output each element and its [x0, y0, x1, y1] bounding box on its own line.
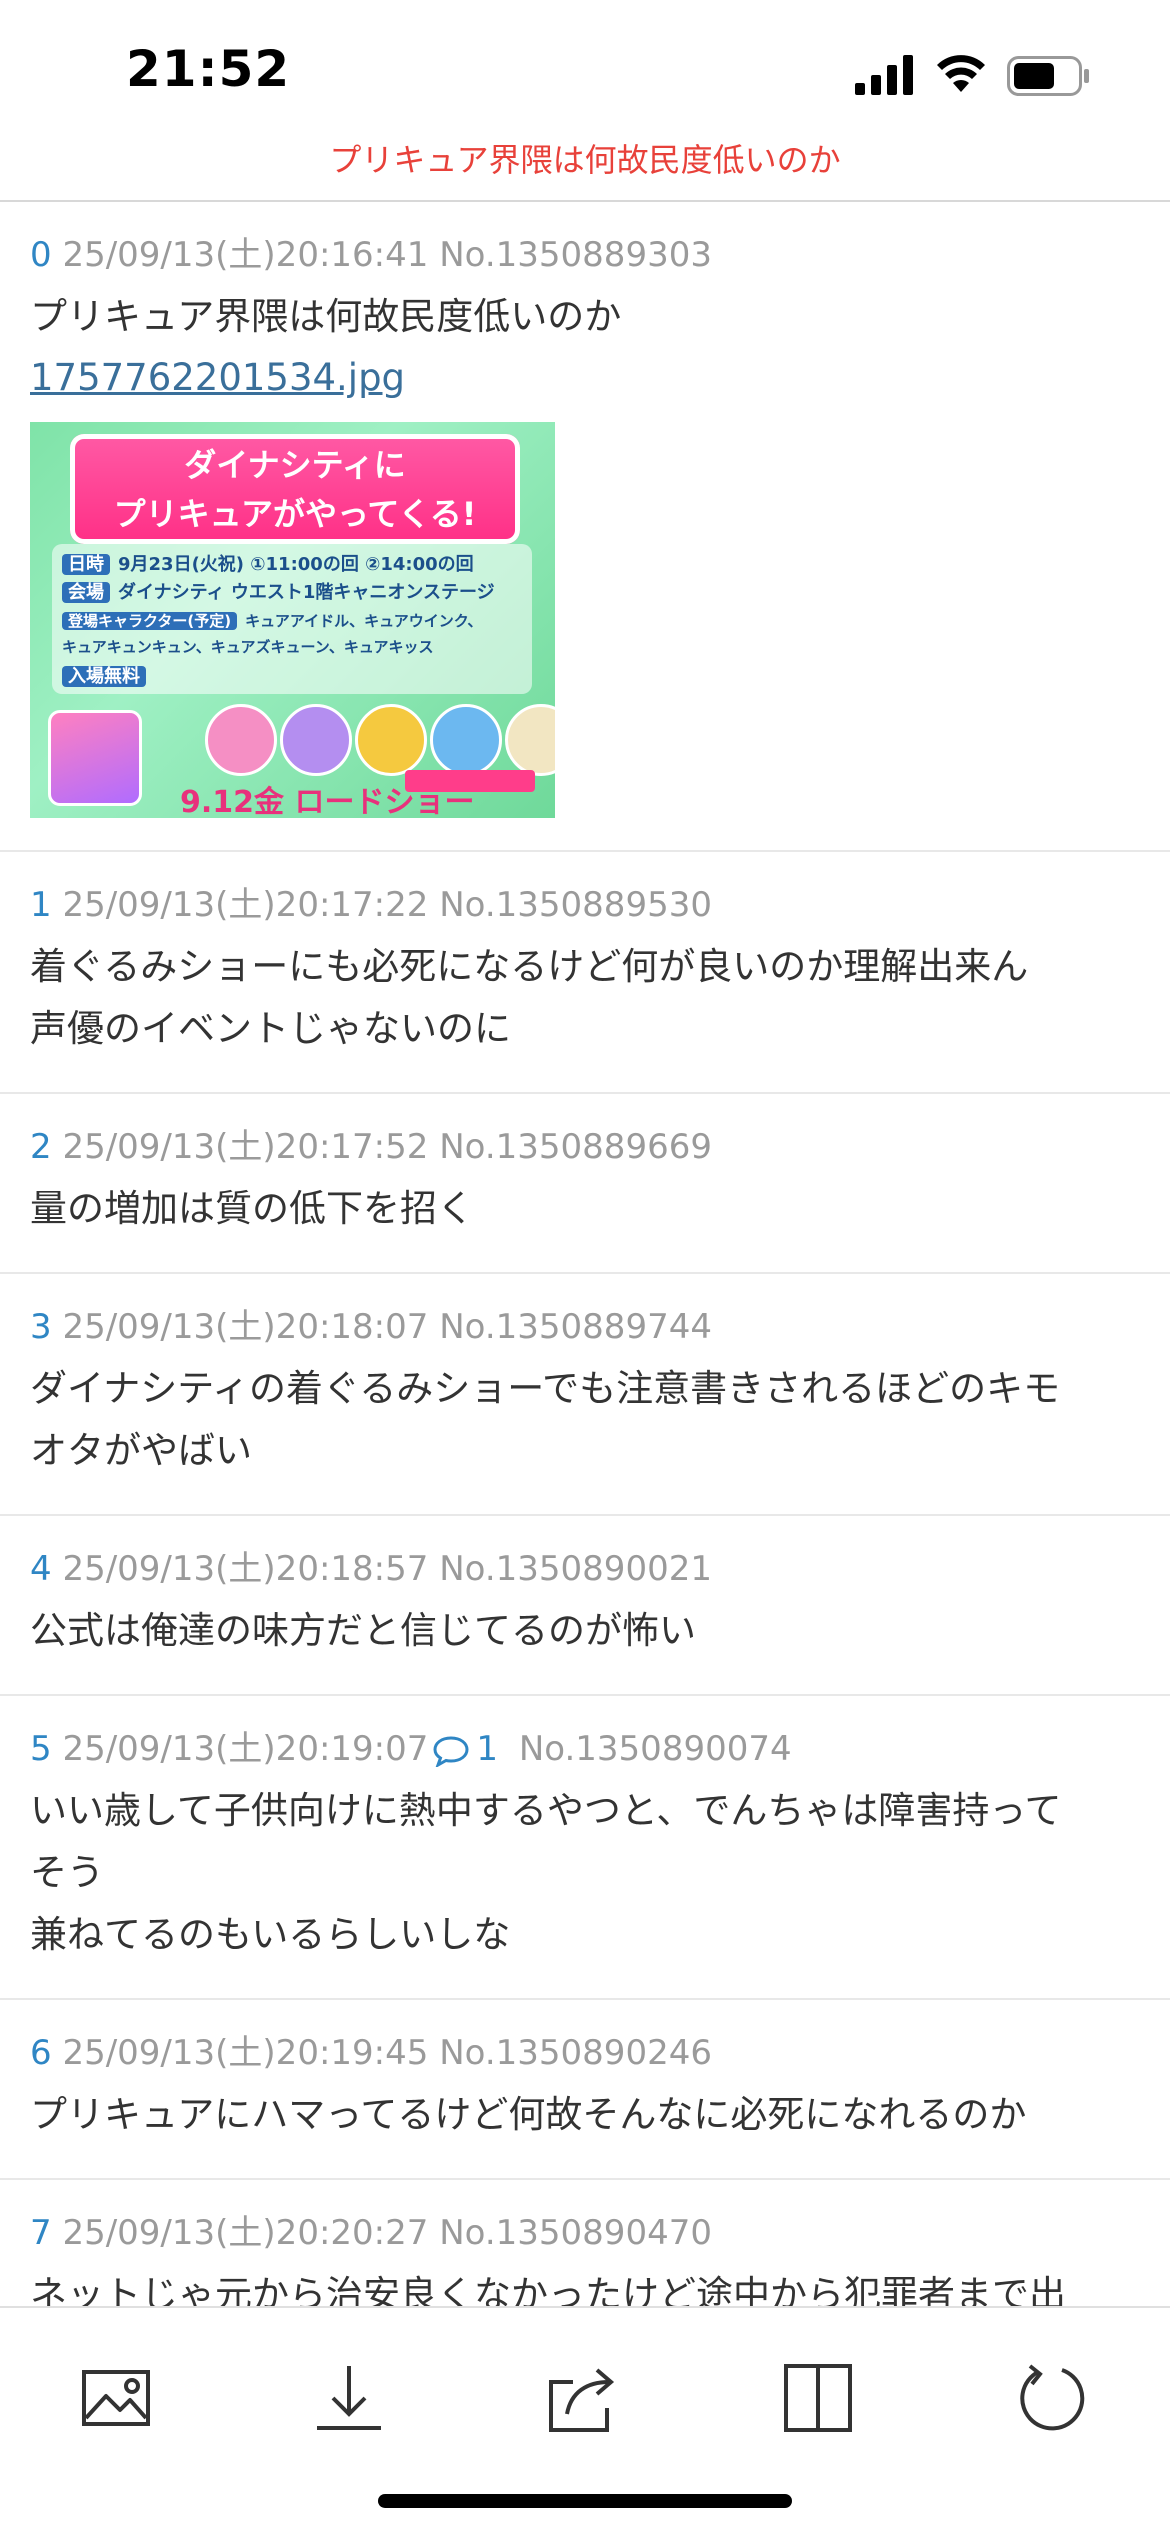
thumbnail-info-box: 日時 9月23日(火祝) ①11:00の回 ②14:00の回 会場 ダイナシティ ウ…: [52, 544, 532, 694]
post-body: プリキュア界隈は何故民度低いのか: [30, 286, 1140, 348]
character-icon: [205, 704, 277, 776]
post-body: ネットじゃ元から治安良くなかったけど途中から犯罪者まで出: [30, 2264, 1140, 2307]
post-4[interactable]: 4 25/09/13(土)20:18:57 No.1350890021 公式は俺…: [0, 1516, 1170, 1696]
thumbnail-heading-line1: ダイナシティに: [184, 446, 406, 484]
status-bar: 21:52: [0, 0, 1170, 140]
post-id[interactable]: No.1350889669: [439, 1127, 712, 1167]
post-body: 着ぐるみショーにも必死になるけど何が良いのか理解出来ん 声優のイベントじゃないの…: [30, 936, 1140, 1060]
post-datetime: 25/09/13(土)20:18:57: [62, 1549, 429, 1589]
post-body: ダイナシティの着ぐるみショーでも注意書きされるほどのキモ オタがやばい: [30, 1358, 1140, 1482]
status-time: 21:52: [126, 40, 291, 98]
thread-title: プリキュア界隈は何故民度低いのか: [329, 141, 841, 179]
post-7[interactable]: 7 25/09/13(土)20:20:27 No.1350890470 ネットじ…: [0, 2180, 1170, 2307]
attachment-thumbnail[interactable]: ダイナシティに プリキュアがやってくる! 日時 9月23日(火祝) ①11:00の…: [30, 422, 555, 818]
post-line: 兼ねてるのもいるらしいしな: [30, 1913, 511, 1956]
post-id[interactable]: No.1350890246: [439, 2033, 712, 2073]
post-datetime: 25/09/13(土)20:20:27: [62, 2213, 429, 2253]
split-view-icon[interactable]: [778, 2358, 858, 2438]
post-datetime: 25/09/13(土)20:16:41: [62, 235, 429, 275]
thumbnail-row: 日時 9月23日(火祝) ①11:00の回 ②14:00の回: [62, 550, 474, 576]
thumbnail-row: 入場無料: [62, 662, 154, 688]
thumbnail-row: 会場 ダイナシティ ウエスト1階キャニオンステージ: [62, 578, 495, 604]
post-3[interactable]: 3 25/09/13(土)20:18:07 No.1350889744 ダイナシ…: [0, 1274, 1170, 1516]
post-line: ネットじゃ元から治安良くなかったけど途中から犯罪者まで出: [30, 2273, 1066, 2307]
post-id[interactable]: No.1350890470: [439, 2213, 712, 2253]
post-body: 量の増加は質の低下を招く: [30, 1178, 1140, 1240]
post-line: そう: [30, 1851, 104, 1894]
post-datetime: 25/09/13(土)20:17:52: [62, 1127, 429, 1167]
attachment-link[interactable]: 1757762201534.jpg: [30, 348, 405, 408]
reload-icon[interactable]: [1012, 2358, 1092, 2438]
character-icon: [280, 704, 352, 776]
battery-icon: [1007, 56, 1089, 96]
movie-logo: [48, 710, 142, 806]
download-icon[interactable]: [309, 2358, 389, 2438]
post-id[interactable]: No.1350889530: [439, 885, 712, 925]
thumbnail-row: 登場キャラクター(予定) キュアアイドル、キュアウインク、: [62, 610, 482, 636]
character-icon: [505, 704, 555, 776]
post-body: いい歳して子供向けに熱中するやつと、でんちゃは障害持って そう 兼ねてるのもいる…: [30, 1780, 1140, 1966]
post-number[interactable]: 7: [30, 2213, 52, 2253]
post-number[interactable]: 6: [30, 2033, 52, 2073]
thumbnail-heading: ダイナシティに プリキュアがやってくる!: [70, 434, 520, 544]
post-id[interactable]: No.1350890021: [439, 1549, 712, 1589]
post-body: 公式は俺達の味方だと信じてるのが怖い: [30, 1600, 1140, 1662]
reply-bubble-icon[interactable]: [432, 1735, 470, 1767]
post-datetime: 25/09/13(土)20:17:22: [62, 885, 429, 925]
post-line: ダイナシティの着ぐるみショーでも注意書きされるほどのキモ: [30, 1367, 1061, 1410]
post-line: プリキュアにハマってるけど何故そんなに必死になれるのか: [30, 2093, 1027, 2136]
post-2[interactable]: 2 25/09/13(土)20:17:52 No.1350889669 量の増加…: [0, 1094, 1170, 1274]
post-meta: 4 25/09/13(土)20:18:57 No.1350890021: [30, 1544, 1140, 1594]
share-icon[interactable]: [543, 2358, 623, 2438]
post-meta: 6 25/09/13(土)20:19:45 No.1350890246: [30, 2028, 1140, 2078]
post-meta: 2 25/09/13(土)20:17:52 No.1350889669: [30, 1122, 1140, 1172]
post-datetime: 25/09/13(土)20:19:07: [62, 1729, 429, 1769]
post-line: 公式は俺達の味方だと信じてるのが怖い: [30, 1609, 696, 1652]
post-line: プリキュア界隈は何故民度低いのか: [30, 295, 622, 338]
post-number[interactable]: 0: [30, 235, 52, 275]
character-icon: [430, 704, 502, 776]
post-5[interactable]: 5 25/09/13(土)20:19:07 1 No.1350890074 いい歳…: [0, 1696, 1170, 2000]
post-id[interactable]: No.1350890074: [519, 1729, 792, 1769]
post-6[interactable]: 6 25/09/13(土)20:19:45 No.1350890246 プリキュ…: [0, 2000, 1170, 2180]
signal-icon: [855, 55, 913, 95]
post-line: 量の増加は質の低下を招く: [30, 1187, 474, 1230]
post-meta: 7 25/09/13(土)20:20:27 No.1350890470: [30, 2208, 1140, 2258]
wifi-icon: [937, 55, 985, 92]
home-indicator[interactable]: [378, 2494, 792, 2508]
post-number[interactable]: 2: [30, 1127, 52, 1167]
thumbnail-heading-line2: プリキュアがやってくる!: [113, 495, 477, 533]
post-id[interactable]: No.1350889744: [439, 1307, 712, 1347]
post-line: 声優のイベントじゃないのに: [30, 1007, 511, 1050]
post-number[interactable]: 3: [30, 1307, 52, 1347]
post-meta: 3 25/09/13(土)20:18:07 No.1350889744: [30, 1302, 1140, 1352]
official-site-badge: [405, 770, 535, 792]
reply-count[interactable]: 1: [476, 1729, 498, 1769]
post-datetime: 25/09/13(土)20:18:07: [62, 1307, 429, 1347]
post-line: 着ぐるみショーにも必死になるけど何が良いのか理解出来ん: [30, 945, 1029, 988]
post-line: いい歳して子供向けに熱中するやつと、でんちゃは障害持って: [30, 1789, 1062, 1832]
post-meta: 1 25/09/13(土)20:17:22 No.1350889530: [30, 880, 1140, 930]
post-body: プリキュアにハマってるけど何故そんなに必死になれるのか: [30, 2084, 1140, 2146]
post-meta: 5 25/09/13(土)20:19:07 1 No.1350890074: [30, 1724, 1140, 1774]
post-0[interactable]: 0 25/09/13(土)20:16:41 No.1350889303 プリキュ…: [0, 202, 1170, 852]
post-number[interactable]: 1: [30, 885, 52, 925]
character-icon: [355, 704, 427, 776]
post-id[interactable]: No.1350889303: [439, 235, 712, 275]
post-list[interactable]: 0 25/09/13(土)20:16:41 No.1350889303 プリキュ…: [0, 202, 1170, 2307]
image-icon[interactable]: [76, 2358, 156, 2438]
post-number[interactable]: 4: [30, 1549, 52, 1589]
post-1[interactable]: 1 25/09/13(土)20:17:22 No.1350889530 着ぐるみ…: [0, 852, 1170, 1094]
thumbnail-row: キュアキュンキュン、キュアズキューン、キュアキッス: [62, 638, 434, 656]
post-datetime: 25/09/13(土)20:19:45: [62, 2033, 429, 2073]
post-number[interactable]: 5: [30, 1729, 52, 1769]
post-meta: 0 25/09/13(土)20:16:41 No.1350889303: [30, 230, 1140, 280]
post-line: オタがやばい: [30, 1429, 252, 1472]
